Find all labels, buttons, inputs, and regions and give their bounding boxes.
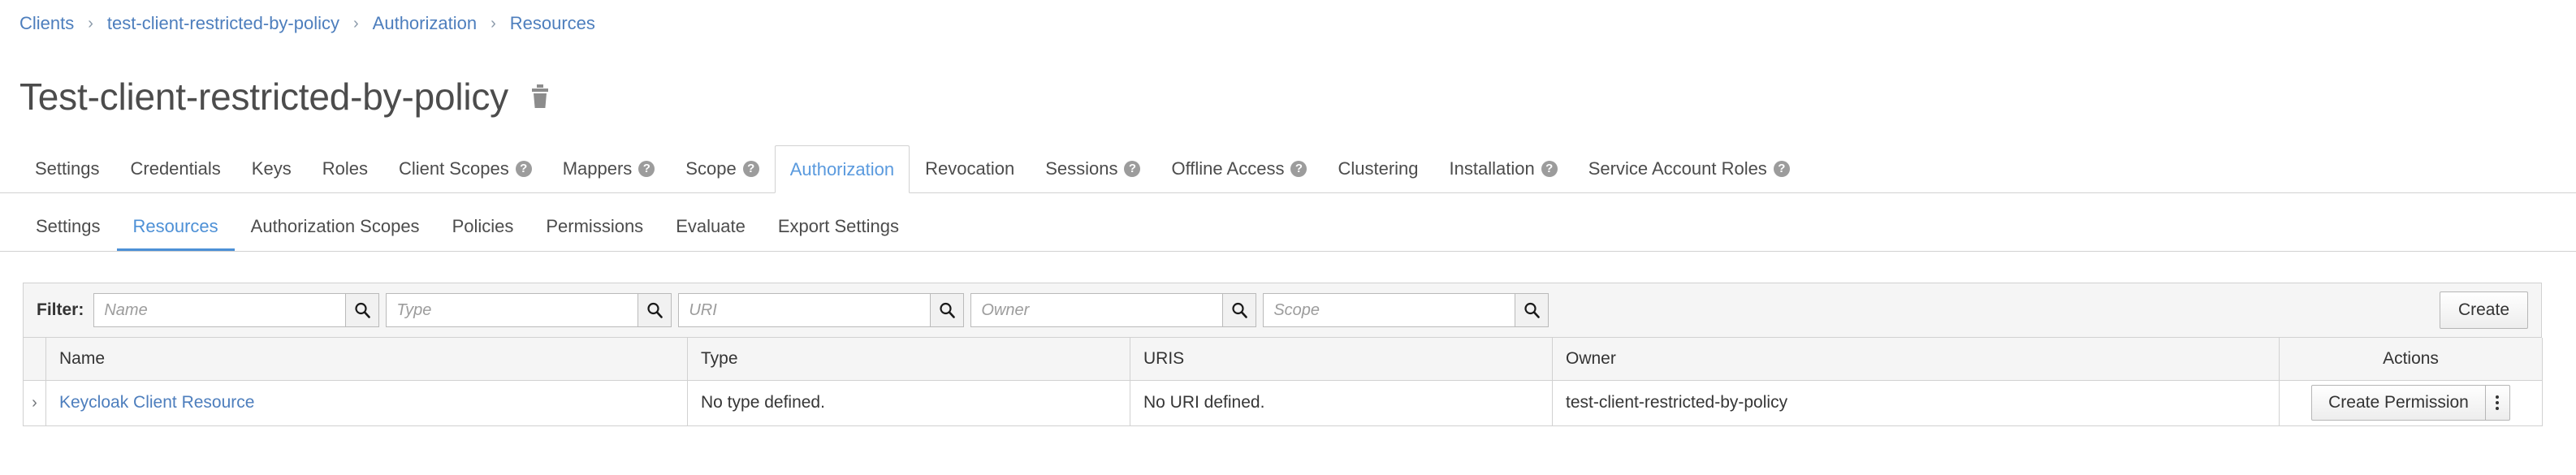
tab-label: Client Scopes [398, 158, 509, 179]
create-permission-button[interactable]: Create Permission [2311, 385, 2486, 421]
tab-label: Roles [322, 158, 368, 179]
column-header-owner: Owner [1552, 338, 2280, 381]
help-icon[interactable]: ? [515, 161, 532, 177]
search-icon[interactable] [1515, 293, 1549, 327]
table-header-row: Name Type URIS Owner Actions [23, 338, 2543, 381]
column-header-type: Type [687, 338, 1130, 381]
tab-label: Scope [685, 158, 737, 179]
breadcrumb-separator: › [491, 15, 496, 32]
column-header-name: Name [45, 338, 688, 381]
breadcrumb-item-authorization[interactable]: Authorization [373, 13, 477, 34]
tab-client-scopes[interactable]: Client Scopes? [383, 145, 547, 192]
breadcrumb-separator: › [88, 15, 93, 32]
tab-label: Mappers [562, 158, 633, 179]
tab-label: Settings [35, 158, 100, 179]
subtab-resources[interactable]: Resources [116, 216, 235, 251]
search-icon[interactable] [345, 293, 380, 327]
create-button[interactable]: Create [2439, 291, 2528, 329]
chevron-right-icon[interactable]: › [24, 394, 45, 412]
tab-label: Revocation [925, 158, 1015, 179]
tab-credentials[interactable]: Credentials [115, 145, 236, 192]
subtab-settings[interactable]: Settings [19, 216, 117, 251]
tab-service-account-roles[interactable]: Service Account Roles? [1573, 145, 1805, 192]
search-icon[interactable] [638, 293, 672, 327]
breadcrumb-separator: › [353, 15, 359, 32]
row-expand-cell: › [23, 380, 46, 426]
help-icon[interactable]: ? [1541, 161, 1558, 177]
tab-mappers[interactable]: Mappers? [547, 145, 671, 192]
tab-sessions[interactable]: Sessions? [1030, 145, 1156, 192]
help-icon[interactable]: ? [1290, 161, 1307, 177]
tab-label: Credentials [130, 158, 221, 179]
table-head: Name Type URIS Owner Actions [23, 338, 2543, 381]
cell-name: Keycloak Client Resource [45, 380, 688, 426]
help-icon[interactable]: ? [638, 161, 655, 177]
filter-group-owner [970, 293, 1257, 327]
tab-clustering[interactable]: Clustering [1322, 145, 1433, 192]
search-icon[interactable] [930, 293, 965, 327]
primary-tab-bar: Settings Credentials Keys Roles Client Scope… [0, 145, 2576, 193]
trash-icon[interactable] [529, 84, 551, 109]
page-header: Test-client-restricted-by-policy [19, 78, 551, 115]
filter-group-uri [678, 293, 965, 327]
subtab-authorization-scopes[interactable]: Authorization Scopes [235, 216, 436, 251]
tab-keys[interactable]: Keys [236, 145, 307, 192]
resource-link[interactable]: Keycloak Client Resource [59, 393, 254, 412]
tab-label: Offline Access [1171, 158, 1285, 179]
table-body: › Keycloak Client Resource No type defined… [23, 380, 2543, 426]
tab-roles[interactable]: Roles [307, 145, 383, 192]
filter-toolbar: Filter: Create [23, 283, 2542, 338]
column-header-expand [23, 338, 46, 381]
filter-group-type [386, 293, 672, 327]
breadcrumb: Clients › test-client-restricted-by-policy… [19, 13, 595, 34]
tab-label: Clustering [1338, 158, 1419, 179]
help-icon[interactable]: ? [1124, 161, 1141, 177]
tab-label: Authorization [789, 158, 895, 179]
filter-input-type[interactable] [386, 293, 638, 327]
breadcrumb-item-resources[interactable]: Resources [510, 13, 595, 34]
breadcrumb-item-test-client-restricted-by-policy[interactable]: test-client-restricted-by-policy [107, 13, 339, 34]
actions-group: Create Permission [2293, 385, 2529, 421]
filter-input-name[interactable] [93, 293, 346, 327]
secondary-tab-bar: Settings Resources Authorization Scopes Pol… [0, 201, 2576, 252]
filter-input-uri[interactable] [678, 293, 931, 327]
filter-input-scope[interactable] [1263, 293, 1515, 327]
column-header-uris: URIS [1130, 338, 1553, 381]
tab-offline-access[interactable]: Offline Access? [1156, 145, 1322, 192]
page-title: Test-client-restricted-by-policy [19, 76, 508, 118]
kebab-menu-icon[interactable] [2485, 385, 2510, 421]
help-icon[interactable]: ? [742, 161, 759, 177]
filter-group-scope [1263, 293, 1549, 327]
tab-installation[interactable]: Installation? [1434, 145, 1573, 192]
tab-label: Sessions [1045, 158, 1118, 179]
subtab-permissions[interactable]: Permissions [529, 216, 659, 251]
filter-label: Filter: [37, 300, 84, 319]
resources-table: Name Type URIS Owner Actions › Keycloak C… [23, 338, 2543, 426]
column-header-actions: Actions [2279, 338, 2543, 381]
cell-uris: No URI defined. [1130, 380, 1553, 426]
table-row: › Keycloak Client Resource No type defined… [23, 380, 2543, 426]
cell-owner: test-client-restricted-by-policy [1552, 380, 2280, 426]
filter-group-name [93, 293, 380, 327]
search-icon[interactable] [1222, 293, 1257, 327]
help-icon[interactable]: ? [1773, 161, 1790, 177]
cell-actions: Create Permission [2279, 380, 2543, 426]
tab-label: Service Account Roles [1588, 158, 1767, 179]
tab-settings[interactable]: Settings [19, 145, 115, 192]
subtab-evaluate[interactable]: Evaluate [659, 216, 762, 251]
tab-revocation[interactable]: Revocation [910, 145, 1030, 192]
tab-authorization[interactable]: Authorization [774, 145, 910, 193]
cell-type: No type defined. [687, 380, 1130, 426]
tab-scope[interactable]: Scope? [670, 145, 774, 192]
subtab-policies[interactable]: Policies [436, 216, 530, 251]
breadcrumb-item-clients[interactable]: Clients [19, 13, 74, 34]
filter-input-owner[interactable] [970, 293, 1223, 327]
tab-label: Installation [1449, 158, 1535, 179]
tab-label: Keys [251, 158, 292, 179]
subtab-export-settings[interactable]: Export Settings [762, 216, 915, 251]
